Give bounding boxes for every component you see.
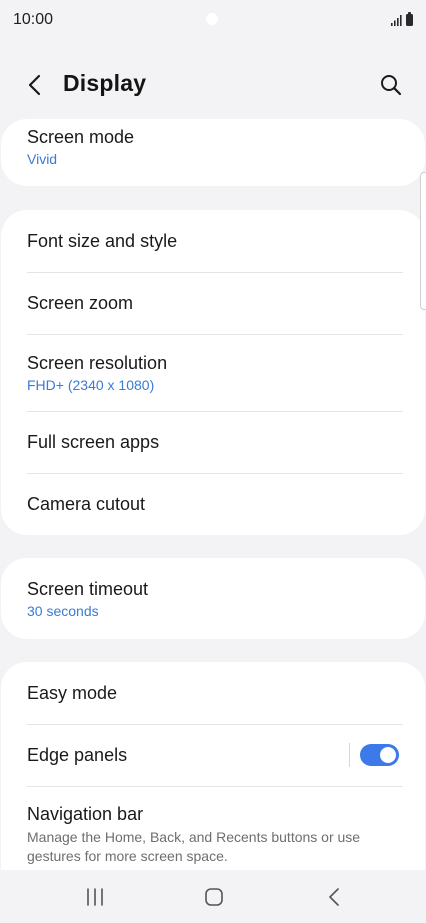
row-subtitle: 30 seconds [27, 602, 99, 619]
home-button[interactable] [194, 884, 234, 910]
row-navigation-bar[interactable]: Navigation bar Manage the Home, Back, an… [1, 786, 425, 870]
row-easy-mode[interactable]: Easy mode [1, 662, 425, 724]
recents-button[interactable] [75, 884, 115, 910]
scrollbar[interactable] [420, 172, 426, 310]
row-camera-cutout[interactable]: Camera cutout [1, 473, 425, 535]
row-font-size-and-style[interactable]: Font size and style [1, 210, 425, 272]
row-title: Screen zoom [27, 293, 134, 313]
row-title: Screen resolution [27, 352, 168, 373]
row-screen-mode[interactable]: Screen mode Vivid [1, 119, 425, 180]
camera-cutout-dot [206, 13, 218, 25]
home-icon [205, 888, 223, 906]
toggle-knob [380, 747, 396, 763]
settings-group-interaction: Easy mode Edge panels Navigation bar Man… [1, 662, 425, 870]
status-time: 10:00 [13, 11, 54, 28]
row-edge-panels[interactable]: Edge panels [1, 724, 425, 786]
row-description: Manage the Home, Back, and Recents butto… [27, 829, 361, 864]
settings-group-screen-timeout: Screen timeout 30 seconds [1, 558, 425, 639]
row-title: Font size and style [27, 231, 178, 251]
edge-panels-toggle[interactable] [360, 744, 399, 766]
row-screen-zoom[interactable]: Screen zoom [1, 272, 425, 334]
settings-group-screen-mode: Screen mode Vivid [1, 119, 425, 186]
row-subtitle: FHD+ (2340 x 1080) [27, 376, 155, 393]
settings-group-display-options: Font size and style Screen zoom Screen r… [1, 210, 425, 535]
row-title: Easy mode [27, 683, 118, 703]
signal-icon [391, 15, 402, 26]
page-title: Display [63, 70, 147, 96]
row-title: Screen timeout [27, 578, 149, 599]
row-subtitle: Vivid [27, 150, 58, 167]
row-title: Full screen apps [27, 432, 160, 452]
row-title: Screen mode [27, 126, 135, 147]
row-screen-resolution[interactable]: Screen resolution FHD+ (2340 x 1080) [1, 334, 425, 411]
search-button[interactable] [374, 68, 408, 102]
status-bar: 10:00 [0, 0, 426, 40]
back-button[interactable] [18, 68, 52, 102]
row-screen-timeout[interactable]: Screen timeout 30 seconds [1, 558, 425, 639]
recents-icon [87, 888, 103, 906]
nav-back-button[interactable] [314, 884, 354, 910]
toggle-divider [349, 743, 350, 767]
chevron-left-icon [28, 74, 41, 96]
row-title: Camera cutout [27, 494, 146, 514]
battery-icon [406, 12, 413, 26]
row-title: Navigation bar [27, 804, 144, 824]
edge-panels-toggle-wrap [349, 743, 399, 767]
search-icon [381, 75, 402, 96]
chevron-left-icon [329, 888, 339, 906]
row-title: Edge panels [27, 745, 128, 765]
system-navigation-bar [0, 870, 426, 923]
status-icons [391, 12, 413, 26]
row-full-screen-apps[interactable]: Full screen apps [1, 411, 425, 473]
app-bar: Display [0, 56, 426, 112]
